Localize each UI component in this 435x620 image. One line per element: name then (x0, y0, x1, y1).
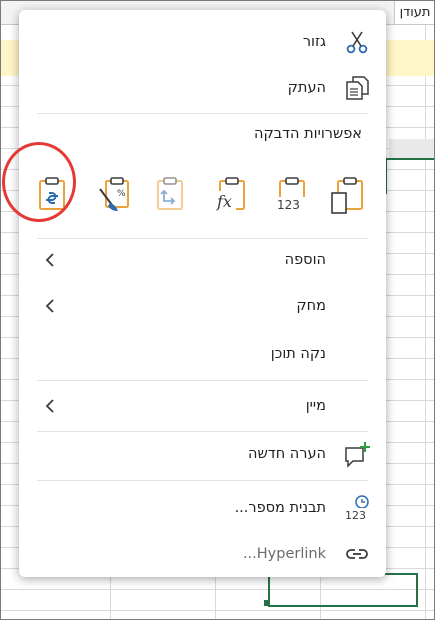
insert-menu-item[interactable]: הוספה (19, 242, 386, 278)
fill-handle[interactable] (264, 600, 270, 606)
clipboard-brush-icon: % (96, 175, 132, 219)
chevron-left-icon (45, 250, 59, 270)
paste-values-button[interactable]: 123 (269, 170, 315, 224)
number-format-menu-item[interactable]: תבנית מספר... 123 (19, 490, 386, 526)
number-format-label: תבנית מספר... (234, 500, 326, 516)
clipboard-fx-icon: fx (214, 175, 250, 219)
clipboard-123-icon: 123 (274, 175, 310, 219)
new-comment-menu-item[interactable]: הערה חדשה (19, 436, 386, 472)
cut-label: גזור (302, 34, 326, 50)
column-header-cell[interactable]: תעודן (394, 0, 435, 25)
separator (37, 113, 368, 114)
svg-text:123: 123 (277, 198, 300, 212)
clear-contents-label: נקה תוכן (270, 346, 326, 362)
clear-contents-menu-item[interactable]: נקה תוכן (19, 336, 386, 372)
clipboard-transpose-icon (152, 175, 188, 219)
new-comment-icon (342, 439, 372, 469)
delete-label: מחק (296, 298, 326, 314)
cut-menu-item[interactable]: גזור (19, 24, 386, 60)
copy-label: העתק (287, 80, 326, 96)
svg-text:fx: fx (216, 192, 232, 211)
sort-menu-item[interactable]: מיין (19, 388, 386, 424)
paste-transpose-button[interactable] (147, 170, 193, 224)
svg-text:123: 123 (345, 509, 366, 522)
separator (37, 380, 368, 381)
context-menu: גזור העתק אפשרויות הדבקה % fx 123 הוספה … (19, 10, 386, 577)
clipboard-page-icon (330, 175, 366, 219)
paste-formulas-button[interactable]: fx (209, 170, 255, 224)
link-icon (342, 539, 372, 569)
insert-label: הוספה (284, 252, 326, 268)
hyperlink-menu-item[interactable]: Hyperlink... (19, 536, 386, 572)
number-format-icon: 123 (342, 493, 372, 523)
new-comment-label: הערה חדשה (248, 446, 326, 462)
chevron-left-icon (45, 396, 59, 416)
copy-menu-item[interactable]: העתק (19, 70, 386, 106)
separator (37, 431, 368, 432)
gray-cell (389, 139, 435, 159)
scissors-icon (342, 27, 372, 57)
selection-border-bottom (268, 573, 418, 607)
separator (37, 480, 368, 481)
svg-text:%: % (117, 189, 126, 199)
selection-border-top (385, 158, 435, 194)
delete-menu-item[interactable]: מחק (19, 288, 386, 324)
paste-formatting-button[interactable]: % (91, 170, 137, 224)
highlight-circle (2, 142, 76, 222)
chevron-left-icon (45, 296, 59, 316)
paste-keep-source-button[interactable] (325, 170, 371, 224)
hyperlink-label: Hyperlink... (242, 546, 326, 562)
sort-label: מיין (305, 398, 326, 414)
paste-options-heading: אפשרויות הדבקה (253, 126, 362, 142)
copy-icon (342, 73, 372, 103)
separator (37, 238, 368, 239)
